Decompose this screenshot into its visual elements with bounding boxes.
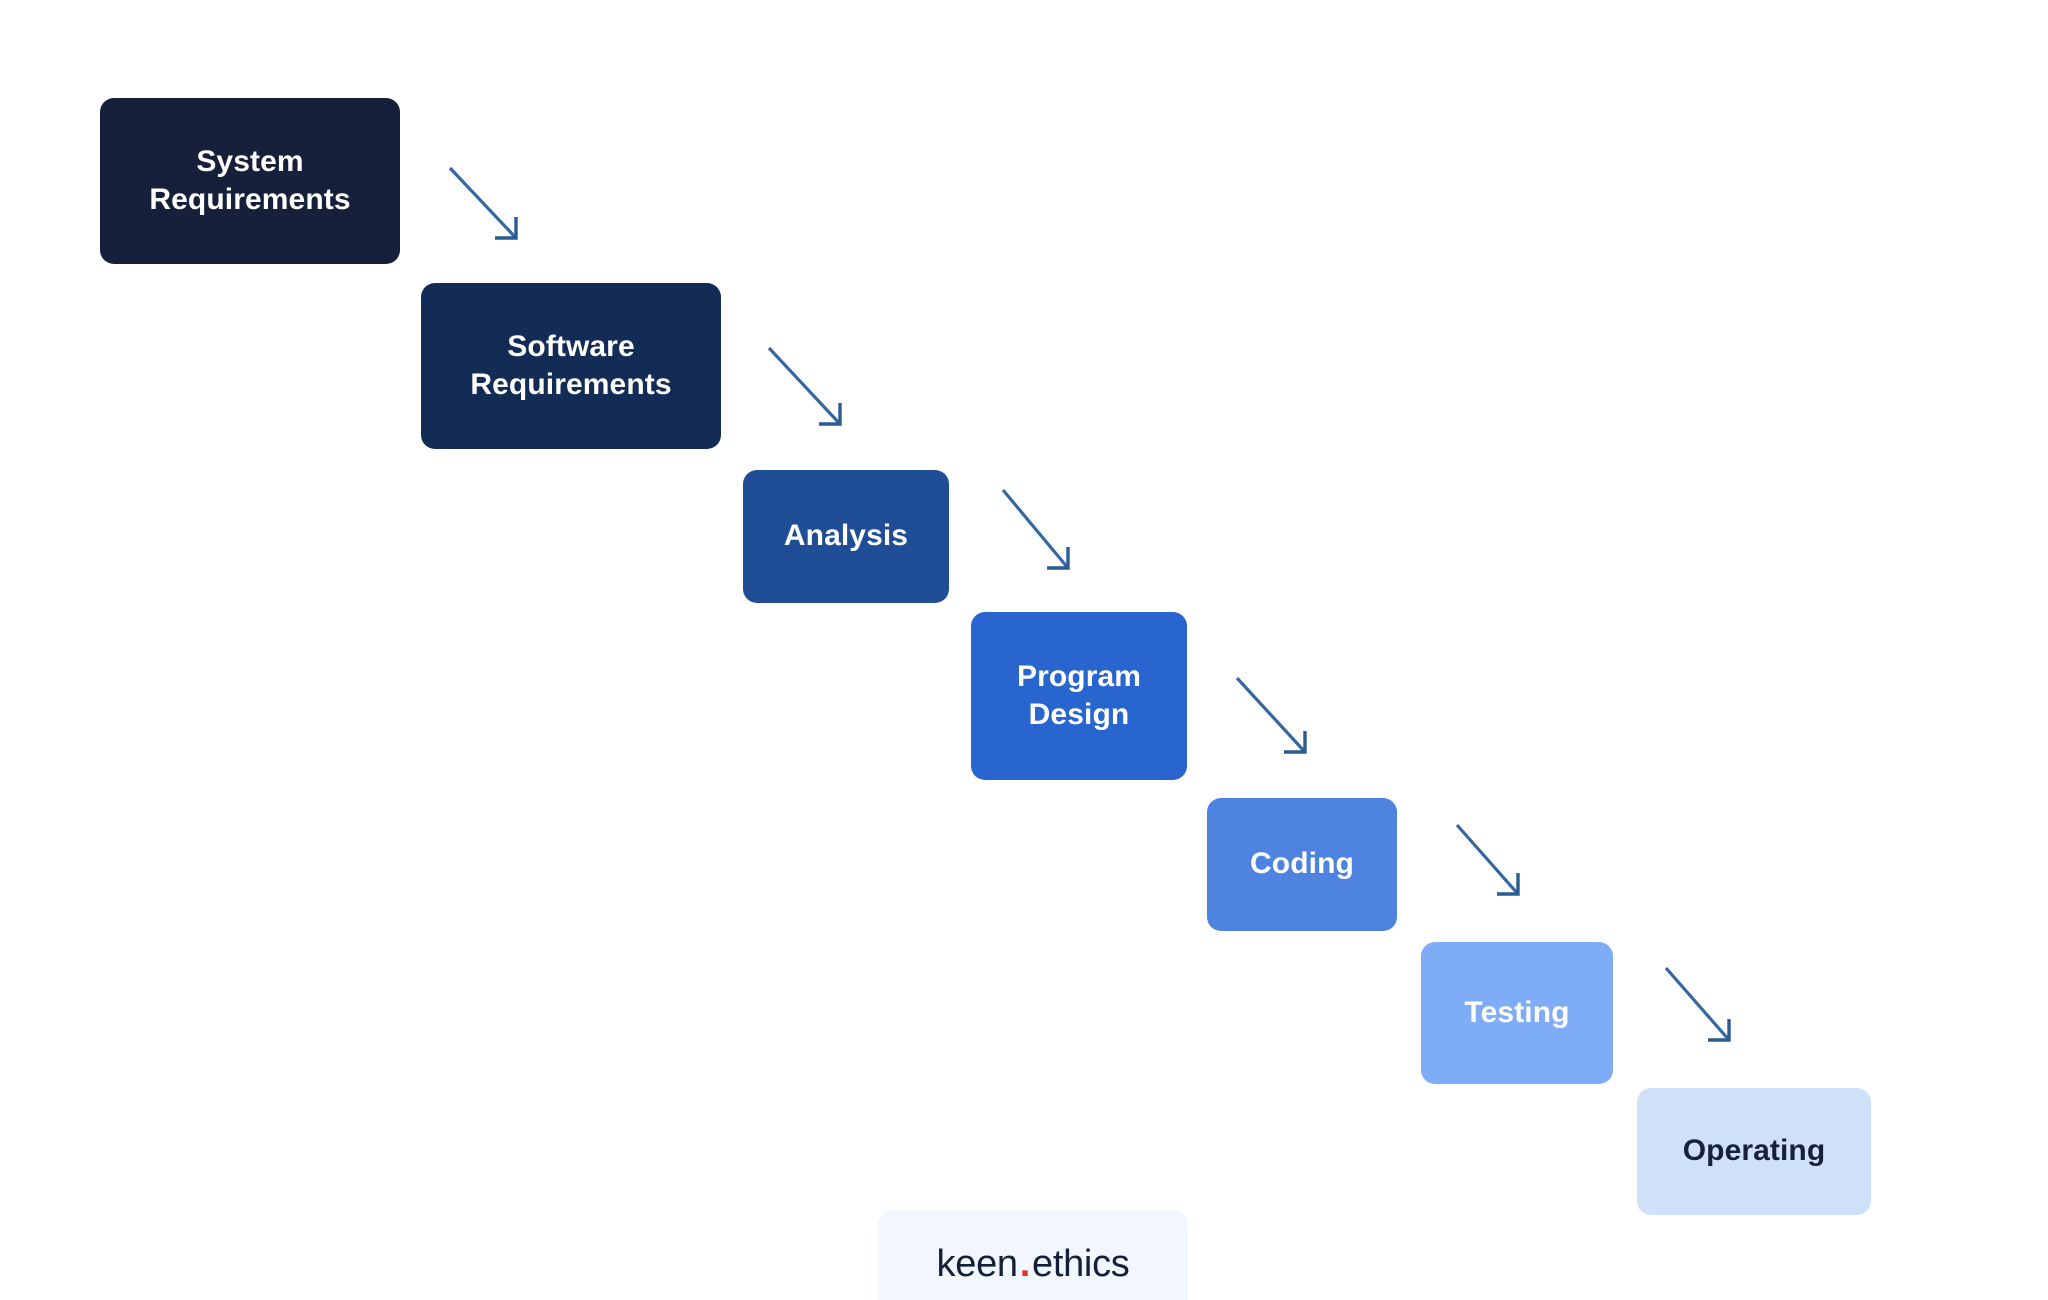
arrow-1-icon [448, 166, 518, 240]
stage-box-coding[interactable]: Coding [1207, 798, 1397, 931]
stage-box-software-requirements[interactable]: Software Requirements [421, 283, 721, 449]
logo-dot-icon: . [1019, 1242, 1031, 1285]
stage-label-software-requirements: Software Requirements [470, 329, 672, 401]
waterfall-diagram-canvas: System Requirements Software Requirements… [0, 0, 2048, 1300]
logo-text-ethics: ethics [1032, 1242, 1130, 1285]
stage-box-system-requirements[interactable]: System Requirements [100, 98, 400, 264]
stage-label-program-design: Program Design [1016, 659, 1142, 731]
keenethics-logo: keen. ethics [878, 1210, 1188, 1300]
logo-wordmark: keen. ethics [937, 1243, 1130, 1286]
arrow-5-icon [1455, 823, 1520, 896]
stage-label-operating: Operating [1682, 1134, 1826, 1168]
stage-box-program-design[interactable]: Program Design [971, 612, 1187, 780]
arrow-4-icon [1235, 676, 1307, 754]
stage-box-testing[interactable]: Testing [1421, 942, 1613, 1084]
stage-label-testing: Testing [1464, 995, 1570, 1029]
logo-text-keen: keen [936, 1242, 1019, 1285]
stage-label-system-requirements: System Requirements [149, 144, 351, 216]
stage-label-analysis: Analysis [783, 519, 909, 553]
arrow-2-icon [767, 346, 842, 426]
stage-label-coding: Coding [1250, 847, 1354, 881]
stage-box-operating[interactable]: Operating [1637, 1088, 1871, 1215]
stage-box-analysis[interactable]: Analysis [743, 470, 949, 603]
arrow-3-icon [1001, 488, 1070, 570]
arrow-6-icon [1664, 966, 1731, 1042]
